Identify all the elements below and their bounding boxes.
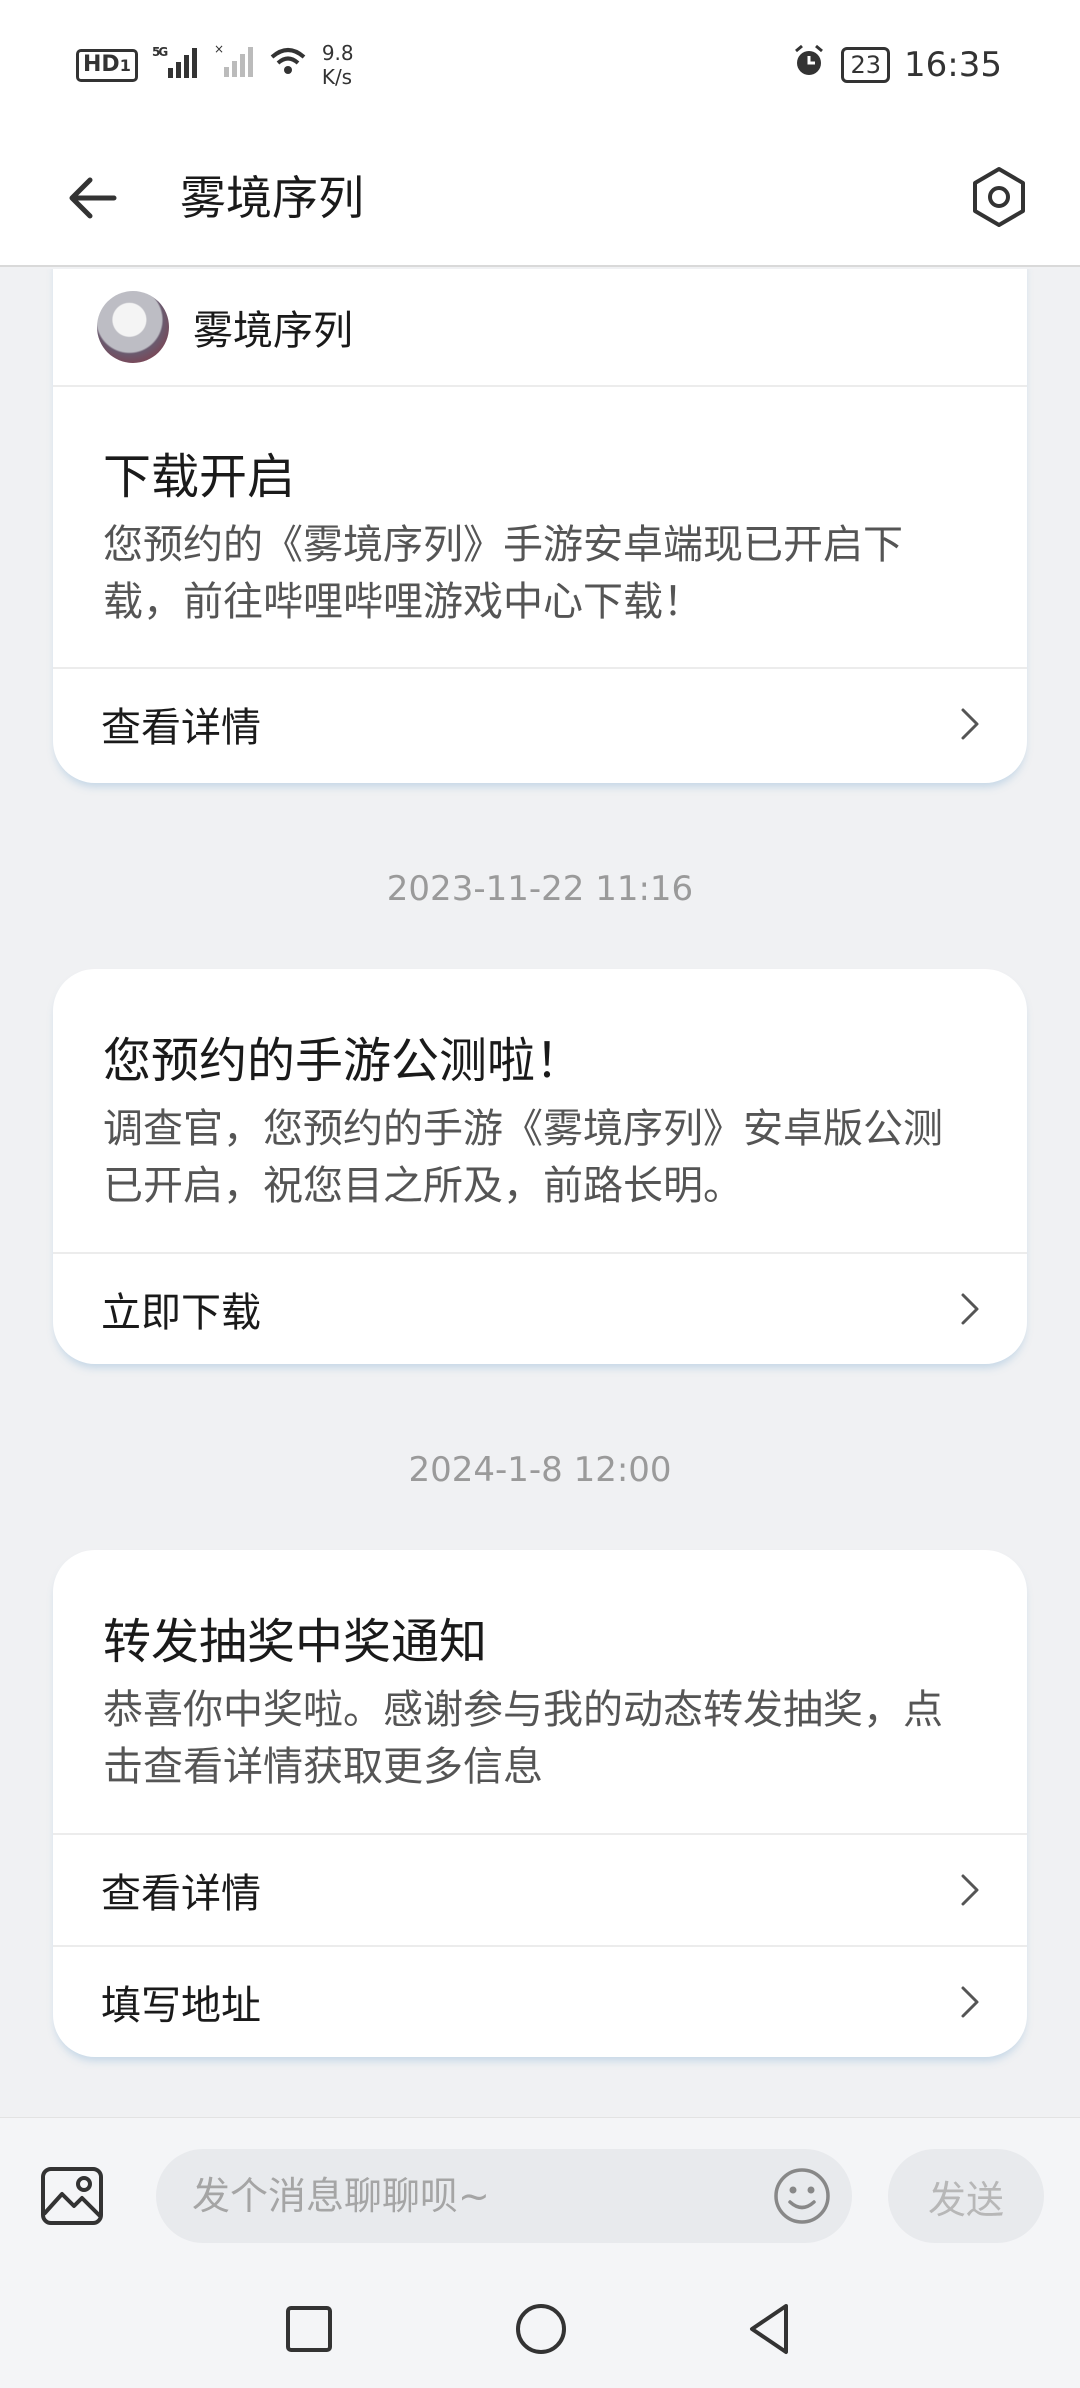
clock: 16:35 [904, 45, 1002, 85]
alarm-icon [791, 43, 827, 87]
chevron-right-icon [961, 1874, 979, 1906]
emoji-button[interactable] [772, 2166, 832, 2226]
nav-back-button[interactable] [734, 2294, 804, 2364]
card-action-view-details[interactable]: 查看详情 [53, 667, 1027, 779]
card-body: 下载开启 您预约的《雾境序列》手游安卓端现已开启下载，前往哔哩哔哩游戏中心下载！ [53, 387, 1027, 667]
page-title: 雾境序列 [180, 171, 364, 225]
back-button[interactable] [52, 158, 132, 238]
recent-apps-button[interactable] [274, 2294, 344, 2364]
home-button[interactable] [506, 2294, 576, 2364]
input-bar: 发送 [0, 2117, 1080, 2272]
image-button[interactable] [36, 2160, 108, 2232]
message-card: 您预约的手游公测啦！ 调查官，您预约的手游《雾境序列》安卓版公测已开启，祝您目之… [53, 969, 1027, 1364]
card-body: 您预约的手游公测啦！ 调查官，您预约的手游《雾境序列》安卓版公测已开启，祝您目之… [53, 969, 1027, 1252]
chevron-right-icon [961, 1986, 979, 2018]
signal-off-icon: × [214, 42, 254, 87]
image-icon [41, 2167, 103, 2225]
net-speed: 9.8 K/s [321, 41, 354, 89]
circle-icon [516, 2304, 566, 2354]
status-bar: HD1 5G × 9.8 K/s 23 16:35 [0, 0, 1080, 130]
card-action-view-details[interactable]: 查看详情 [53, 1833, 1027, 1945]
timestamp: 2023-11-22 11:16 [386, 869, 694, 909]
settings-button[interactable] [954, 152, 1044, 242]
card-title: 下载开启 [103, 449, 296, 505]
avatar[interactable] [97, 291, 169, 363]
card-text: 调查官，您预约的手游《雾境序列》安卓版公测已开启，祝您目之所及，前路长明。 [103, 1106, 943, 1209]
status-left: HD1 5G × 9.8 K/s [76, 41, 354, 89]
triangle-back-icon [750, 2304, 788, 2354]
card-body: 转发抽奖中奖通知 恭喜你中奖啦。感谢参与我的动态转发抽奖，点击查看详情获取更多信… [53, 1550, 1027, 1833]
system-nav-bar [0, 2272, 1080, 2388]
hexagon-gear-icon [973, 167, 1025, 227]
action-label: 查看详情 [101, 1871, 261, 1917]
message-input[interactable] [156, 2149, 852, 2243]
card-sender: 雾境序列 [53, 269, 1027, 387]
action-label: 填写地址 [101, 1983, 261, 2029]
card-title: 您预约的手游公测啦！ [103, 1033, 584, 1089]
sender-name: 雾境序列 [193, 308, 353, 354]
svg-text:5G: 5G [152, 45, 167, 59]
svg-text:×: × [214, 43, 224, 56]
action-label: 查看详情 [101, 705, 261, 751]
send-button[interactable]: 发送 [888, 2149, 1044, 2243]
status-right: 23 16:35 [791, 43, 1002, 87]
chevron-right-icon [961, 1293, 979, 1325]
card-action-fill-address[interactable]: 填写地址 [53, 1945, 1027, 2057]
card-title: 转发抽奖中奖通知 [103, 1614, 488, 1670]
wifi-icon [268, 45, 308, 85]
card-action-download-now[interactable]: 立即下载 [53, 1252, 1027, 1364]
signal-icon: 5G [152, 44, 200, 86]
app-header: 雾境序列 [0, 130, 1080, 267]
timestamp: 2024-1-8 12:00 [408, 1450, 672, 1490]
card-text: 您预约的《雾境序列》手游安卓端现已开启下载，前往哔哩哔哩游戏中心下载！ [103, 522, 903, 625]
battery-indicator: 23 [841, 47, 891, 83]
hd-badge: HD1 [76, 48, 138, 82]
chevron-right-icon [961, 708, 979, 740]
emoji-icon [774, 2168, 830, 2224]
message-card: 转发抽奖中奖通知 恭喜你中奖啦。感谢参与我的动态转发抽奖，点击查看详情获取更多信… [53, 1550, 1027, 2057]
message-list[interactable]: 雾境序列 下载开启 您预约的《雾境序列》手游安卓端现已开启下载，前往哔哩哔哩游戏… [0, 269, 1080, 2117]
square-icon [286, 2306, 332, 2352]
arrow-left-icon [69, 177, 117, 219]
card-text: 恭喜你中奖啦。感谢参与我的动态转发抽奖，点击查看详情获取更多信息 [103, 1687, 943, 1790]
message-card: 雾境序列 下载开启 您预约的《雾境序列》手游安卓端现已开启下载，前往哔哩哔哩游戏… [53, 269, 1027, 783]
action-label: 立即下载 [101, 1290, 261, 1336]
